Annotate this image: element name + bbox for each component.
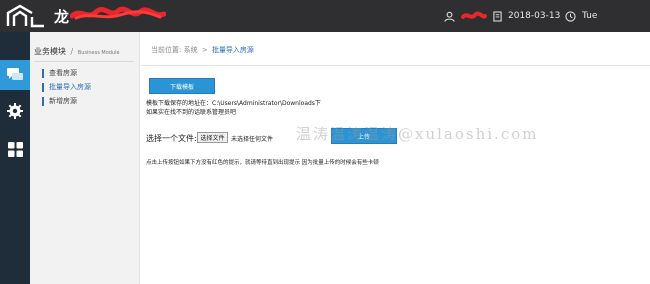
- upload-hint-note: 点击上传按钮如果下方没有红色的提示，就请等待直到出现提示 因为批量上传的时候会有…: [146, 160, 379, 166]
- icon-rail: [0, 32, 30, 284]
- calendar-icon: [493, 10, 502, 22]
- download-path-note: 模板下载保存的地址在：C:\Users\Administrator\Downlo…: [146, 100, 321, 107]
- top-bar: 龙 2018-03-13 Tue: [0, 0, 650, 32]
- rail-item-apps[interactable]: [0, 134, 30, 164]
- chat-icon: [7, 68, 23, 80]
- sidebar-title-separator: /: [70, 47, 74, 56]
- breadcrumb-prefix: 当前位置:: [151, 46, 182, 54]
- file-select-label: 选择一个文件:: [146, 134, 197, 143]
- header-divider: [141, 65, 650, 66]
- grid-icon: [7, 141, 23, 157]
- date-text: 2018-03-13: [508, 11, 561, 21]
- logo-icon[interactable]: [6, 4, 46, 28]
- watermark-text: 温涛温涛温涛@xulaoshi.com: [296, 125, 539, 143]
- main-content: 当前位置: 系统 > 批量导入房源 下载模板 模板下载保存的地址在：C:\Use…: [141, 32, 650, 284]
- sidebar-item-view-listings[interactable]: 查看房源: [42, 69, 77, 78]
- sidebar-divider: [34, 61, 134, 62]
- user-menu[interactable]: [444, 0, 493, 32]
- sidebar-item-add-listing[interactable]: 新增房源: [42, 97, 77, 106]
- breadcrumb-system[interactable]: 系统: [184, 46, 198, 54]
- redaction-scribble: [461, 11, 487, 19]
- gear-icon: [7, 103, 23, 119]
- sidebar-header: 业务模块 / Business Module: [34, 46, 120, 57]
- rail-item-business[interactable]: [0, 60, 30, 90]
- sidebar-subtitle: Business Module: [77, 50, 120, 56]
- rail-item-settings[interactable]: [0, 96, 30, 126]
- redaction-scribble: [70, 6, 166, 20]
- sidebar-item-batch-import[interactable]: 批量导入房源: [42, 83, 91, 92]
- breadcrumb-current: 批量导入房源: [211, 46, 254, 54]
- sidebar-title: 业务模块: [34, 47, 66, 56]
- day-text: Tue: [582, 11, 598, 21]
- download-template-button[interactable]: 下载模板: [149, 78, 215, 94]
- contact-admin-note: 如果实在找不到的话联系管理员吧: [146, 109, 237, 116]
- module-sidebar: 业务模块 / Business Module 查看房源 批量导入房源 新增房源: [30, 32, 140, 284]
- date-display: 2018-03-13: [493, 0, 560, 32]
- clock-icon: [565, 10, 576, 22]
- breadcrumb-separator: >: [201, 46, 208, 54]
- brand-name: 龙: [54, 8, 71, 26]
- breadcrumb: 当前位置: 系统 > 批量导入房源: [151, 45, 254, 55]
- file-status-text: 未选择任何文件: [231, 136, 274, 143]
- choose-file-button[interactable]: 选择文件: [197, 132, 228, 143]
- day-display: Tue: [565, 0, 597, 32]
- user-icon: [444, 11, 455, 22]
